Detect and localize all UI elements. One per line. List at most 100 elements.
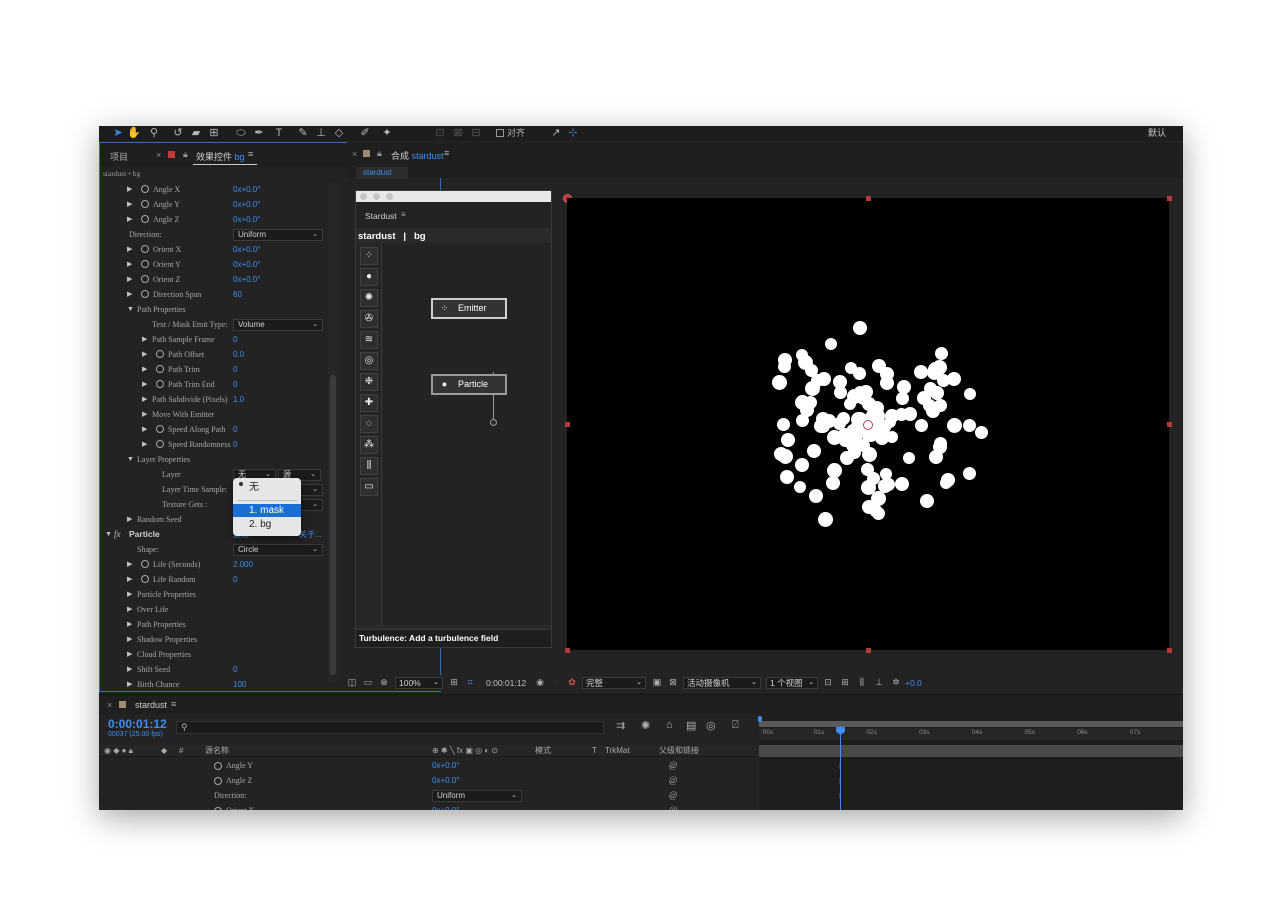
stopwatch-icon[interactable]	[141, 560, 149, 568]
force-icon[interactable]: ✺	[360, 289, 378, 307]
views-select[interactable]: 1 个视图 ⌄	[766, 677, 818, 689]
graph-editor-icon[interactable]: ⍁	[732, 719, 739, 732]
effect-property-row[interactable]: ▶ Angle X 0x+0.0°	[100, 182, 328, 197]
twirl-closed-icon[interactable]: ▶	[127, 662, 132, 677]
region-toggle-icon[interactable]: ▣	[652, 677, 662, 688]
timeline-search-input[interactable]: ⚲	[176, 721, 604, 734]
transparency-grid-icon[interactable]: ⊠	[668, 677, 678, 688]
effect-property-select[interactable]: Circle ⌄	[233, 544, 323, 556]
twirl-closed-icon[interactable]: ▶	[127, 287, 132, 302]
stopwatch-icon[interactable]	[214, 777, 222, 785]
stopwatch-icon[interactable]	[141, 275, 149, 283]
effect-property-value[interactable]: 0x+0.0°	[233, 212, 260, 227]
effect-property-row[interactable]: ▶ Angle Y 0x+0.0°	[100, 197, 328, 212]
effect-property-value[interactable]: 0	[233, 422, 237, 437]
effect-property-row[interactable]: ▶ Life (Seconds) 2.000	[100, 557, 328, 572]
stopwatch-icon[interactable]	[156, 425, 164, 433]
twirl-closed-icon[interactable]: ▶	[142, 407, 147, 422]
roto-brush-tool-icon[interactable]: ✐	[358, 127, 372, 140]
draft-3d-icon[interactable]: ✺	[641, 719, 650, 732]
rotate-tool-icon[interactable]: ↺	[171, 127, 185, 140]
panel-menu-icon[interactable]: ≡	[248, 149, 253, 159]
view-axis-icon[interactable]: ⊟	[469, 127, 483, 140]
replica-icon[interactable]: ❉	[360, 373, 378, 391]
effect-property-row[interactable]: ▶ Over Life	[100, 602, 328, 617]
comp-subtab[interactable]: stardust	[356, 167, 408, 179]
effect-property-value[interactable]: 0	[233, 377, 237, 392]
stopwatch-icon[interactable]	[156, 350, 164, 358]
tab-project[interactable]: 项目	[110, 150, 128, 163]
effect-property-select[interactable]: Volume ⌄	[233, 319, 323, 331]
column-mode[interactable]: 模式	[535, 745, 551, 757]
vortex-icon[interactable]: ✇	[360, 310, 378, 328]
twirl-closed-icon[interactable]: ▶	[127, 587, 132, 602]
particle-icon[interactable]: ●	[360, 268, 378, 286]
twirl-closed-icon[interactable]: ▶	[142, 377, 147, 392]
layer-icon[interactable]: ▭	[360, 478, 378, 496]
effect-property-select[interactable]: Uniform ⌄	[233, 229, 323, 241]
time-ruler[interactable]: :00s01s02s03s04s05s06s07s08	[759, 728, 1183, 740]
camera-select[interactable]: 活动摄像机 ⌄	[683, 677, 761, 689]
color-channel-icon[interactable]: ✿	[567, 677, 577, 688]
turbulence-icon[interactable]: ≋	[360, 331, 378, 349]
effect-property-value[interactable]: 0x+0.0°	[233, 257, 260, 272]
timeline-property-row[interactable]: Direction: Uniform ⌄ @	[99, 788, 759, 803]
stardust-node-canvas[interactable]: ⁘ Emitter ● Particle	[382, 243, 551, 625]
ellipse-tool-icon[interactable]: ⬭	[234, 127, 248, 140]
effect-property-row[interactable]: ▼ Layer Properties	[100, 452, 328, 467]
effect-property-value[interactable]: 60	[233, 287, 242, 302]
effect-property-value[interactable]: 0x+0.0°	[233, 182, 260, 197]
effect-property-row[interactable]: ▶ Path Trim End 0	[100, 377, 328, 392]
timeline-icon[interactable]: ⫼	[857, 677, 867, 688]
particle-node[interactable]: ● Particle	[431, 374, 507, 395]
effect-property-value[interactable]: 2.000	[233, 557, 253, 572]
twirl-closed-icon[interactable]: ▶	[127, 182, 132, 197]
transform-handle[interactable]	[1167, 648, 1172, 653]
align-checkbox[interactable]	[496, 129, 504, 137]
exposure-value[interactable]: +0.0	[905, 677, 922, 689]
effect-property-value[interactable]: 0	[233, 437, 237, 452]
dropdown-option-mask[interactable]: 1. mask	[233, 504, 301, 517]
effect-property-value[interactable]: 0x+0.0°	[233, 242, 260, 257]
window-zoom-button[interactable]	[386, 193, 393, 200]
expression-pickwhip-icon[interactable]: @	[669, 788, 677, 803]
effect-property-row[interactable]: ▶ Orient X 0x+0.0°	[100, 242, 328, 257]
panel-menu-icon[interactable]: ≡	[171, 699, 176, 709]
timeline-property-select[interactable]: Uniform ⌄	[432, 790, 522, 802]
close-icon[interactable]: ×	[107, 700, 112, 710]
twirl-closed-icon[interactable]: ▶	[142, 437, 147, 452]
expression-pickwhip-icon[interactable]: @	[669, 773, 677, 788]
twirl-closed-icon[interactable]: ▶	[127, 212, 132, 227]
effect-property-row[interactable]: ▶ Path Offset 0.0	[100, 347, 328, 362]
effect-property-value[interactable]: 0x+0.0°	[233, 272, 260, 287]
lights-icon[interactable]: ⫼	[360, 457, 378, 475]
twirl-closed-icon[interactable]: ▶	[127, 602, 132, 617]
dropdown-option-none[interactable]: 无	[233, 481, 301, 494]
stopwatch-icon[interactable]	[141, 200, 149, 208]
twirl-closed-icon[interactable]: ▶	[142, 362, 147, 377]
effect-property-row[interactable]: ▶ Birth Chance 100	[100, 677, 328, 692]
ring-icon[interactable]: ◌	[360, 415, 378, 433]
emitter-icon[interactable]: ⁘	[360, 247, 378, 265]
pan-behind-tool-icon[interactable]: ⊞	[207, 127, 221, 140]
effect-property-value[interactable]: 1.0	[233, 392, 244, 407]
resolution-select[interactable]: 完整 ⌄	[582, 677, 646, 689]
flowchart-icon[interactable]: ⊥	[874, 677, 884, 688]
plus-icon[interactable]: ✚	[360, 394, 378, 412]
snap-options-icon[interactable]: ⊹	[566, 127, 580, 140]
transform-handle[interactable]	[1167, 422, 1172, 427]
stopwatch-icon[interactable]	[141, 260, 149, 268]
dropdown-option-bg[interactable]: 2. bg	[233, 518, 301, 531]
effect-property-row[interactable]: ▶ Life Random 0	[100, 572, 328, 587]
region-of-interest-icon[interactable]: ⌗	[465, 677, 475, 688]
tab-composition[interactable]: 合成 stardust	[391, 149, 444, 162]
work-area-bar[interactable]	[759, 721, 1183, 727]
twirl-open-icon[interactable]: ▼	[127, 302, 134, 317]
effect-property-row[interactable]: ▶ Speed Randomness 0	[100, 437, 328, 452]
twirl-closed-icon[interactable]: ▶	[127, 197, 132, 212]
twirl-closed-icon[interactable]: ▶	[127, 677, 132, 692]
column-source-name[interactable]: 源名称	[205, 745, 229, 757]
effect-property-value[interactable]: 100	[233, 677, 246, 692]
effect-property-row[interactable]: ▶ Speed Along Path 0	[100, 422, 328, 437]
frame-blending-icon[interactable]: ▤	[686, 719, 696, 732]
